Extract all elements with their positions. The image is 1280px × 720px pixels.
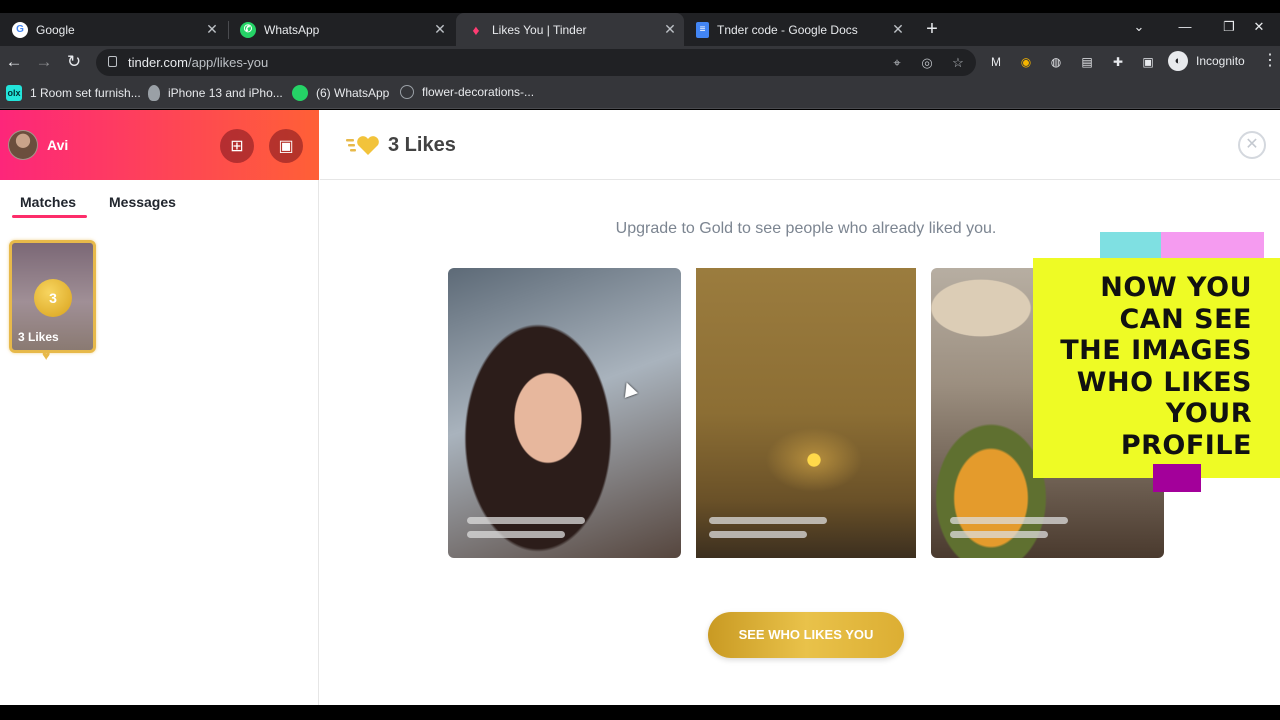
page-title: 3 Likes: [388, 134, 456, 156]
google-docs-icon: ≡: [696, 21, 709, 38]
tab-google-docs[interactable]: ≡ Tnder code - Google Docs ✕: [684, 13, 912, 46]
globe-icon: [400, 85, 414, 99]
eye-slash-icon[interactable]: ◎: [918, 54, 936, 72]
tab-close-icon[interactable]: ✕: [430, 21, 450, 38]
tinder-flame-icon: ♦: [472, 21, 480, 38]
explore-grid-icon: ⊞: [230, 138, 244, 155]
close-button[interactable]: ✕: [1238, 131, 1266, 159]
tab-tinder-likes[interactable]: ♦ Likes You | Tinder ✕: [456, 13, 684, 46]
name-placeholder: [467, 517, 585, 524]
browser-toolbar: ← → ↻ tinder.com/app/likes-you ⌖ ◎ ☆ M ◉…: [0, 46, 1280, 79]
reload-button[interactable]: ↻: [62, 50, 86, 74]
active-tab-indicator: [12, 215, 87, 218]
blurred-like-photo[interactable]: [696, 268, 916, 558]
info-placeholder: [467, 531, 565, 538]
avatar[interactable]: [8, 130, 38, 160]
bookmark-item[interactable]: iPhone 13 and iPho...: [148, 85, 283, 101]
whatsapp-icon: ✆: [240, 21, 256, 38]
bookmark-star-icon[interactable]: ☆: [949, 54, 967, 72]
likes-you-card[interactable]: 3 3 Likes ♥: [9, 240, 96, 363]
location-icon[interactable]: ⌖: [888, 54, 906, 72]
explore-button[interactable]: ⊞: [220, 129, 254, 163]
name-placeholder: [950, 517, 1068, 524]
gmail-extension-icon[interactable]: M: [987, 53, 1005, 71]
apple-icon: [148, 85, 160, 101]
letterbox-bottom: [0, 705, 1280, 720]
likes-card-label: 3 Likes: [18, 330, 59, 344]
tab-messages[interactable]: Messages: [109, 194, 176, 210]
extension-icon[interactable]: ◉: [1017, 53, 1035, 71]
user-name[interactable]: Avi: [47, 137, 68, 153]
reader-icon[interactable]: ▤: [1078, 53, 1096, 71]
incognito-icon: ◐: [1168, 51, 1188, 71]
side-panel-icon[interactable]: ▣: [1139, 53, 1157, 71]
tab-close-icon[interactable]: ✕: [202, 21, 222, 38]
globe-extension-icon[interactable]: ◍: [1047, 53, 1065, 71]
tab-matches[interactable]: Matches: [20, 194, 76, 210]
info-placeholder: [950, 531, 1048, 538]
work-mode-button[interactable]: ▣: [269, 129, 303, 163]
briefcase-icon: ▣: [278, 138, 294, 155]
tab-google[interactable]: G Google ✕: [0, 13, 226, 46]
incognito-profile[interactable]: ◐ Incognito: [1168, 51, 1245, 71]
gold-heart-icon: ♥: [42, 347, 51, 363]
likes-header: 3 Likes ✕: [320, 110, 1280, 180]
bookmark-item[interactable]: flower-decorations-...: [400, 85, 534, 99]
gold-heart-icon: [346, 136, 379, 155]
letterbox-top: [0, 0, 1280, 13]
blurred-like-photo[interactable]: [448, 268, 681, 558]
minimize-button[interactable]: —: [1162, 13, 1208, 46]
lock-icon[interactable]: [108, 56, 117, 67]
menu-icon[interactable]: ⋮: [1262, 51, 1278, 71]
back-button[interactable]: ←: [2, 50, 26, 74]
whatsapp-icon: [292, 85, 308, 101]
tab-search-button[interactable]: ⌄: [1116, 13, 1162, 46]
sidebar: Avi ⊞ ▣ Matches Messages 3 3 Likes ♥: [0, 110, 319, 705]
puzzle-icon[interactable]: ✚: [1109, 53, 1127, 71]
tab-close-icon[interactable]: ✕: [660, 21, 680, 38]
bookmarks-bar: olx 1 Room set furnish... iPhone 13 and …: [0, 79, 1280, 109]
olx-icon: olx: [6, 85, 22, 101]
bookmark-item[interactable]: (6) WhatsApp: [292, 85, 389, 101]
sticky-tape: [1100, 232, 1161, 260]
name-placeholder: [709, 517, 827, 524]
likes-count-badge: 3: [34, 279, 72, 317]
caption-text: NOW YOU CAN SEE THE IMAGES WHO LIKES YOU…: [1060, 272, 1252, 461]
new-tab-button[interactable]: +: [920, 17, 944, 41]
overlay-caption: NOW YOU CAN SEE THE IMAGES WHO LIKES YOU…: [1033, 258, 1280, 478]
browser-tabstrip: G Google ✕ ✆ WhatsApp ✕ ♦ Likes You | Ti…: [0, 13, 1280, 46]
see-who-likes-you-button[interactable]: SEE WHO LIKES YOU: [708, 612, 904, 658]
address-bar[interactable]: tinder.com/app/likes-you ⌖ ◎ ☆: [96, 49, 976, 76]
url-text[interactable]: tinder.com/app/likes-you: [128, 55, 268, 70]
google-icon: G: [12, 21, 28, 38]
tab-whatsapp[interactable]: ✆ WhatsApp ✕: [228, 13, 454, 46]
window-close-button[interactable]: ✕: [1236, 13, 1280, 46]
sticky-tape: [1161, 232, 1264, 260]
bookmark-item[interactable]: olx 1 Room set furnish...: [6, 85, 141, 101]
sticky-tape: [1153, 464, 1201, 492]
sidebar-tabs: Matches Messages: [0, 180, 319, 220]
info-placeholder: [709, 531, 807, 538]
forward-button[interactable]: →: [32, 50, 56, 74]
screenshot: G Google ✕ ✆ WhatsApp ✕ ♦ Likes You | Ti…: [0, 0, 1280, 720]
sidebar-header: Avi ⊞ ▣: [0, 110, 319, 180]
tab-close-icon[interactable]: ✕: [888, 21, 908, 38]
